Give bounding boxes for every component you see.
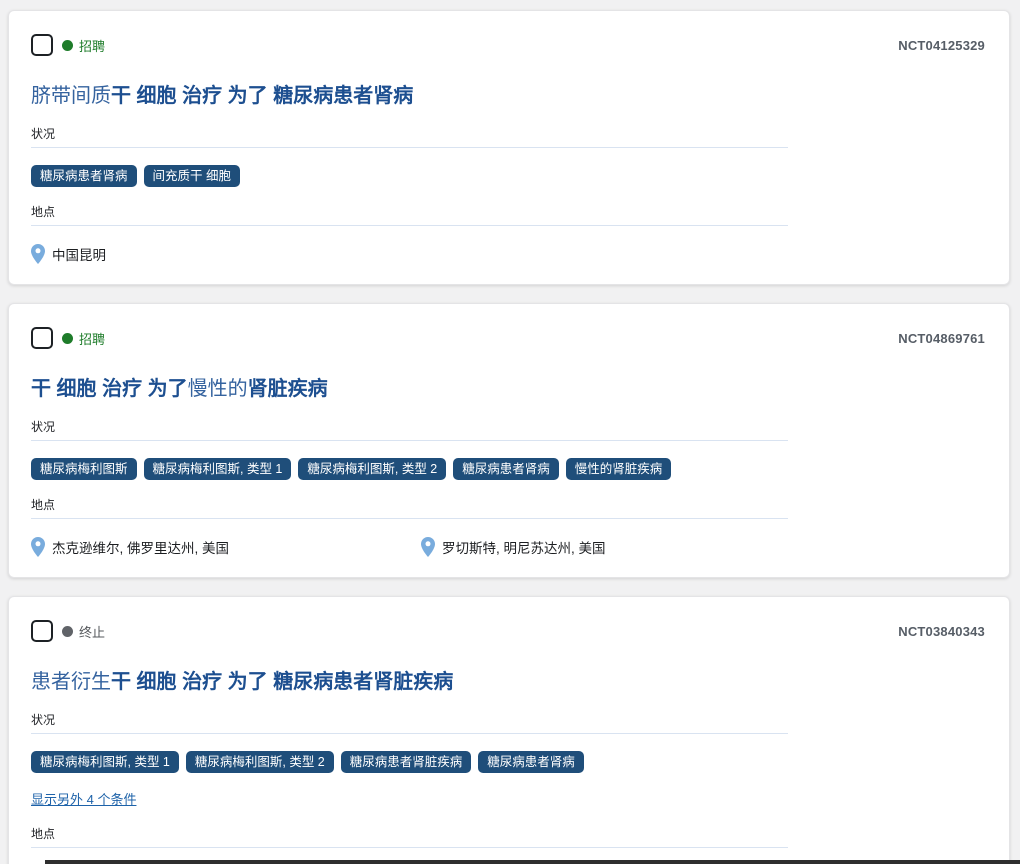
title-part: 患者衍生 — [31, 671, 111, 693]
status-badge: 招聘 — [62, 329, 105, 348]
trial-title-link[interactable]: 脐带间质干 细胞 治疗 为了 糖尿病患者肾病 — [31, 83, 985, 109]
card-header: 终止 NCT03840343 — [31, 619, 985, 643]
location-item: 罗切斯特, 明尼苏达州, 美国 — [421, 537, 811, 557]
condition-tag: 糖尿病患者肾病 — [31, 165, 137, 187]
location-text: 杰克逊维尔, 佛罗里达州, 美国 — [52, 537, 229, 557]
map-pin-icon — [31, 537, 45, 557]
locations-list: 中国昆明 — [31, 244, 985, 264]
status-label: 招聘 — [79, 36, 105, 55]
conditions-heading: 状况 — [31, 711, 788, 734]
status-dot-icon — [62, 40, 73, 51]
title-part-highlight: 干 细胞 治疗 为了 — [31, 378, 188, 400]
conditions-list: 糖尿病梅利图斯 糖尿病梅利图斯, 类型 1 糖尿病梅利图斯, 类型 2 糖尿病患… — [31, 458, 985, 480]
status-dot-icon — [62, 626, 73, 637]
status-dot-icon — [62, 333, 73, 344]
condition-tag: 糖尿病梅利图斯, 类型 1 — [144, 458, 292, 480]
trial-card: 招聘 NCT04125329 脐带间质干 细胞 治疗 为了 糖尿病患者肾病 状况… — [8, 10, 1010, 285]
status-badge: 终止 — [62, 622, 105, 641]
status-badge: 招聘 — [62, 36, 105, 55]
search-results-list: 招聘 NCT04125329 脐带间质干 细胞 治疗 为了 糖尿病患者肾病 状况… — [0, 0, 1020, 864]
card-header: 招聘 NCT04125329 — [31, 33, 985, 57]
condition-tag: 糖尿病患者肾病 — [453, 458, 559, 480]
condition-tag: 糖尿病梅利图斯, 类型 2 — [186, 751, 334, 773]
horizontal-scrollbar-thumb[interactable] — [45, 860, 1020, 864]
conditions-heading: 状况 — [31, 125, 788, 148]
title-part: 脐带间质 — [31, 85, 111, 107]
title-part-highlight: 肾脏疾病 — [248, 378, 328, 400]
conditions-list: 糖尿病梅利图斯, 类型 1 糖尿病梅利图斯, 类型 2 糖尿病患者肾脏疾病 糖尿… — [31, 751, 985, 773]
nct-id: NCT04869761 — [898, 331, 985, 346]
trial-card: 招聘 NCT04869761 干 细胞 治疗 为了慢性的肾脏疾病 状况 糖尿病梅… — [8, 303, 1010, 578]
condition-tag: 糖尿病梅利图斯, 类型 2 — [298, 458, 446, 480]
trial-title-link[interactable]: 干 细胞 治疗 为了慢性的肾脏疾病 — [31, 376, 985, 402]
status-label: 终止 — [79, 622, 105, 641]
trial-card: 终止 NCT03840343 患者衍生干 细胞 治疗 为了 糖尿病患者肾脏疾病 … — [8, 596, 1010, 864]
locations-heading: 地点 — [31, 825, 788, 848]
title-part-highlight: 干 细胞 治疗 为了 糖尿病患者肾病 — [111, 85, 413, 107]
conditions-heading: 状况 — [31, 418, 788, 441]
location-text: 中国昆明 — [52, 244, 106, 264]
card-header: 招聘 NCT04869761 — [31, 326, 985, 350]
condition-tag: 慢性的肾脏疾病 — [566, 458, 672, 480]
select-trial-checkbox[interactable] — [31, 327, 53, 349]
condition-tag: 间充质干 细胞 — [144, 165, 240, 187]
conditions-list: 糖尿病患者肾病 间充质干 细胞 — [31, 165, 985, 187]
select-trial-checkbox[interactable] — [31, 620, 53, 642]
location-text: 罗切斯特, 明尼苏达州, 美国 — [442, 537, 606, 557]
locations-heading: 地点 — [31, 203, 788, 226]
condition-tag: 糖尿病患者肾病 — [478, 751, 584, 773]
condition-tag: 糖尿病梅利图斯, 类型 1 — [31, 751, 179, 773]
title-part-highlight: 干 细胞 治疗 为了 糖尿病患者肾脏疾病 — [111, 671, 453, 693]
nct-id: NCT03840343 — [898, 624, 985, 639]
select-trial-checkbox[interactable] — [31, 34, 53, 56]
status-label: 招聘 — [79, 329, 105, 348]
locations-heading: 地点 — [31, 496, 788, 519]
condition-tag: 糖尿病患者肾脏疾病 — [341, 751, 472, 773]
title-part: 慢性的 — [188, 378, 248, 400]
location-item: 杰克逊维尔, 佛罗里达州, 美国 — [31, 537, 421, 557]
map-pin-icon — [31, 244, 45, 264]
location-item: 中国昆明 — [31, 244, 421, 264]
map-pin-icon — [421, 537, 435, 557]
locations-list: 杰克逊维尔, 佛罗里达州, 美国 罗切斯特, 明尼苏达州, 美国 — [31, 537, 985, 557]
condition-tag: 糖尿病梅利图斯 — [31, 458, 137, 480]
nct-id: NCT04125329 — [898, 38, 985, 53]
trial-title-link[interactable]: 患者衍生干 细胞 治疗 为了 糖尿病患者肾脏疾病 — [31, 669, 985, 695]
show-more-conditions-link[interactable]: 显示另外 4 个条件 — [31, 789, 136, 808]
